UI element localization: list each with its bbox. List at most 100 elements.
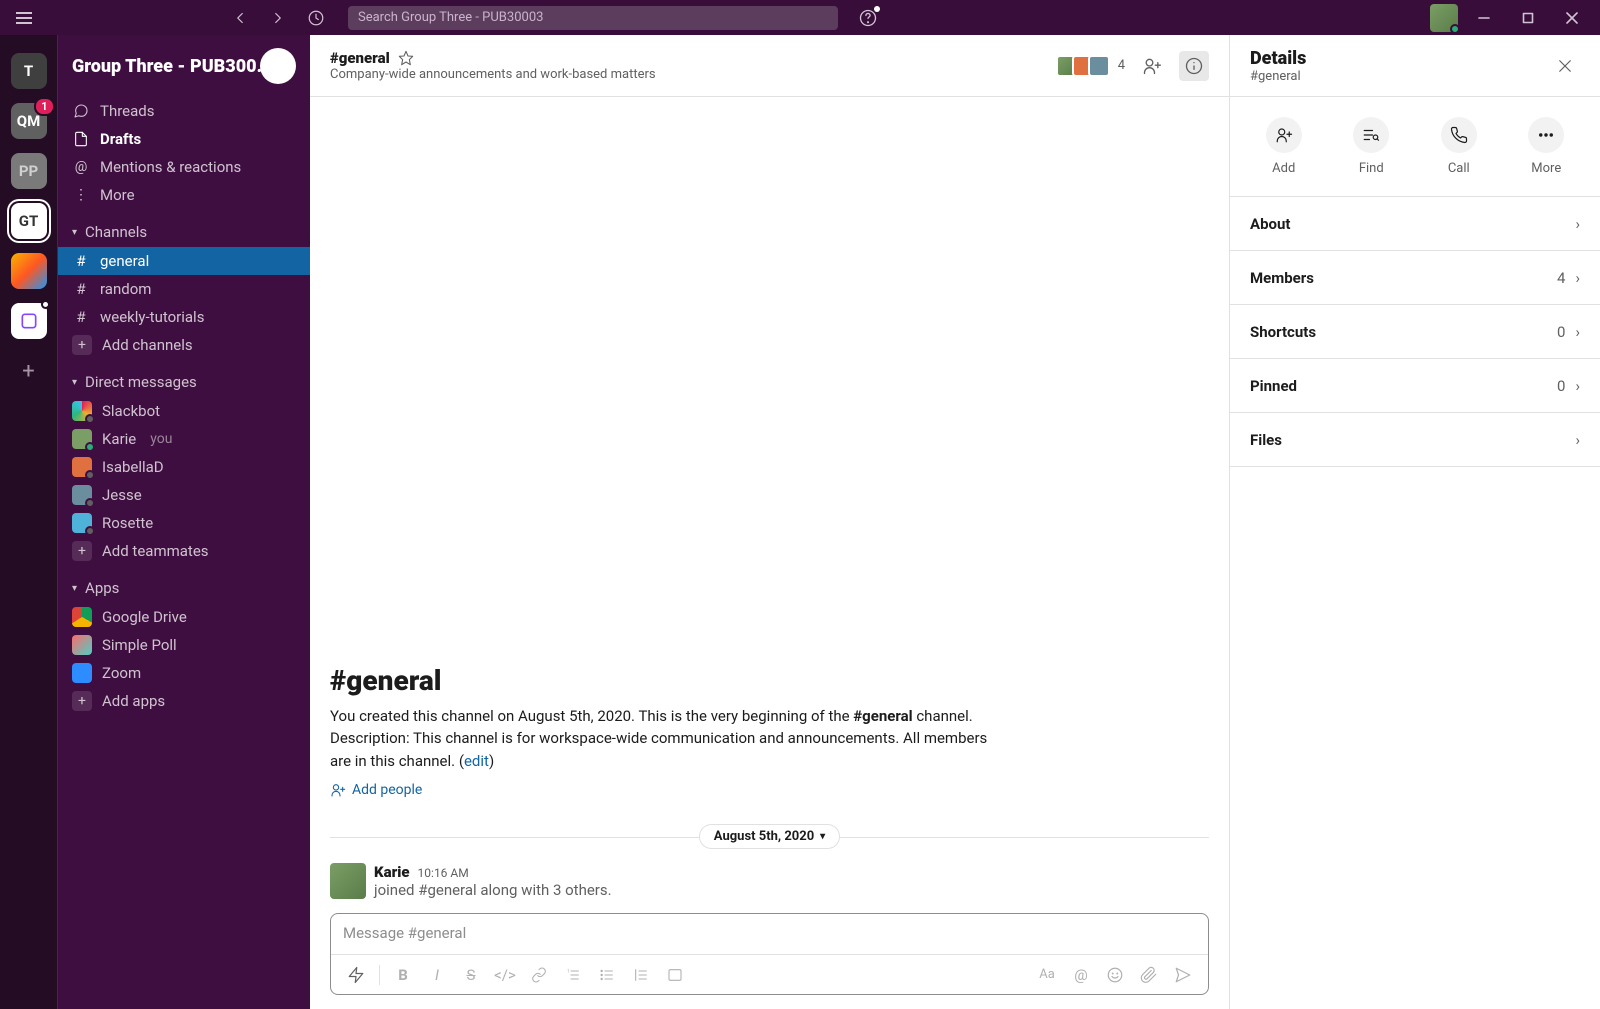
code-button[interactable]: </> — [490, 960, 520, 990]
details-shortcuts-section[interactable]: Shortcuts 0 › — [1230, 305, 1600, 359]
date-divider: August 5th, 2020 ▾ — [330, 824, 1209, 849]
caret-down-icon: ▾ — [72, 377, 77, 388]
details-pinned-section[interactable]: Pinned 0 › — [1230, 359, 1600, 413]
add-channels-button[interactable]: + Add channels — [58, 331, 310, 359]
link-button[interactable] — [524, 960, 554, 990]
menu-button[interactable] — [10, 4, 38, 32]
dm-jesse[interactable]: Jesse — [58, 481, 310, 509]
back-button[interactable] — [226, 4, 254, 32]
search-input[interactable]: Search Group Three - PUB30003 — [348, 6, 838, 30]
plus-icon: + — [72, 691, 92, 711]
caret-down-icon: ▾ — [72, 227, 77, 238]
star-icon[interactable] — [398, 50, 414, 66]
message-time[interactable]: 10:16 AM — [418, 866, 469, 880]
app-google-drive[interactable]: Google Drive — [58, 603, 310, 631]
presence-icon — [85, 442, 95, 452]
details-pane: Details #general Add Find Call More — [1230, 35, 1600, 1009]
workspace-t[interactable]: T — [11, 53, 47, 89]
chevron-right-icon: › — [1575, 215, 1580, 233]
workspace-pp[interactable]: PP — [11, 153, 47, 189]
workspace-switcher[interactable]: Group Three - PUB300... ▾ — [58, 35, 310, 97]
workspace-app-2[interactable] — [11, 303, 47, 339]
close-window-button[interactable] — [1554, 4, 1590, 32]
composer-input[interactable]: Message #general — [331, 914, 1208, 954]
compose-button[interactable] — [260, 48, 296, 84]
channel-name[interactable]: #general — [330, 49, 390, 67]
at-icon: @ — [72, 159, 90, 175]
maximize-button[interactable] — [1510, 4, 1546, 32]
bullet-list-button[interactable] — [592, 960, 622, 990]
strike-button[interactable]: S — [456, 960, 486, 990]
author-avatar[interactable] — [330, 863, 366, 899]
italic-button[interactable]: I — [422, 960, 452, 990]
app-simple-poll[interactable]: Simple Poll — [58, 631, 310, 659]
app-icon — [72, 663, 92, 683]
details-members-section[interactable]: Members 4 › — [1230, 251, 1600, 305]
dm-isabellad[interactable]: IsabellaD — [58, 453, 310, 481]
details-toggle-button[interactable] — [1179, 51, 1209, 81]
presence-icon — [85, 470, 95, 480]
chevron-right-icon: › — [1575, 323, 1580, 341]
presence-icon — [85, 526, 95, 536]
message-row[interactable]: Karie 10:16 AM joined #general along wit… — [330, 857, 1209, 903]
workspace-gt[interactable]: GT — [11, 203, 47, 239]
add-member-button[interactable] — [1137, 51, 1167, 81]
dm-karie[interactable]: Karieyou — [58, 425, 310, 453]
user-avatar-icon — [72, 513, 92, 533]
apps-section-toggle[interactable]: ▾ Apps — [58, 573, 310, 603]
message-composer[interactable]: Message #general B I S </> 1 Aa @ — [330, 913, 1209, 995]
add-teammates-button[interactable]: + Add teammates — [58, 537, 310, 565]
shortcuts-button[interactable] — [341, 960, 371, 990]
help-button[interactable] — [858, 8, 878, 28]
quote-button[interactable] — [626, 960, 656, 990]
dm-slackbot[interactable]: Slackbot — [58, 397, 310, 425]
edit-description-link[interactable]: edit — [464, 752, 489, 770]
emoji-button[interactable] — [1100, 960, 1130, 990]
add-workspace-button[interactable]: + — [11, 353, 47, 389]
hash-icon: # — [72, 252, 90, 270]
app-zoom[interactable]: Zoom — [58, 659, 310, 687]
ordered-list-button[interactable]: 1 — [558, 960, 588, 990]
details-more-button[interactable]: More — [1528, 117, 1564, 176]
app-icon — [72, 607, 92, 627]
member-list-button[interactable]: 4 — [1056, 55, 1125, 77]
dm-rosette[interactable]: Rosette — [58, 509, 310, 537]
channel-general[interactable]: #general — [58, 247, 310, 275]
add-apps-button[interactable]: + Add apps — [58, 687, 310, 715]
history-button[interactable] — [302, 4, 330, 32]
channels-section-toggle[interactable]: ▾ Channels — [58, 217, 310, 247]
user-avatar-icon — [72, 401, 92, 421]
nav-drafts[interactable]: Drafts — [58, 125, 310, 153]
send-button[interactable] — [1168, 960, 1198, 990]
code-block-button[interactable] — [660, 960, 690, 990]
close-details-button[interactable] — [1550, 51, 1580, 81]
details-call-button[interactable]: Call — [1441, 117, 1477, 176]
date-jump-button[interactable]: August 5th, 2020 ▾ — [699, 824, 840, 849]
forward-button[interactable] — [264, 4, 292, 32]
mention-button[interactable]: @ — [1066, 960, 1096, 990]
notification-dot-icon — [41, 300, 50, 309]
format-button[interactable]: Aa — [1032, 960, 1062, 990]
nav-threads[interactable]: Threads — [58, 97, 310, 125]
minimize-button[interactable] — [1466, 4, 1502, 32]
user-avatar-icon — [72, 485, 92, 505]
channel-topic[interactable]: Company-wide announcements and work-base… — [330, 67, 656, 82]
details-subtitle: #general — [1250, 69, 1306, 84]
author-name[interactable]: Karie — [374, 863, 410, 881]
details-add-button[interactable]: Add — [1266, 117, 1302, 176]
add-people-button[interactable]: Add people — [330, 782, 1209, 798]
workspace-app-1[interactable] — [11, 253, 47, 289]
channel-weekly-tutorials[interactable]: #weekly-tutorials — [58, 303, 310, 331]
details-find-button[interactable]: Find — [1353, 117, 1389, 176]
presence-active-icon — [1450, 24, 1460, 34]
nav-mentions[interactable]: @ Mentions & reactions — [58, 153, 310, 181]
workspace-qm[interactable]: QM1 — [11, 103, 47, 139]
channel-random[interactable]: #random — [58, 275, 310, 303]
nav-more[interactable]: ⋮ More — [58, 181, 310, 209]
attach-button[interactable] — [1134, 960, 1164, 990]
bold-button[interactable]: B — [388, 960, 418, 990]
details-about-section[interactable]: About › — [1230, 197, 1600, 251]
details-files-section[interactable]: Files › — [1230, 413, 1600, 467]
dms-section-toggle[interactable]: ▾ Direct messages — [58, 367, 310, 397]
user-avatar[interactable] — [1430, 4, 1458, 32]
